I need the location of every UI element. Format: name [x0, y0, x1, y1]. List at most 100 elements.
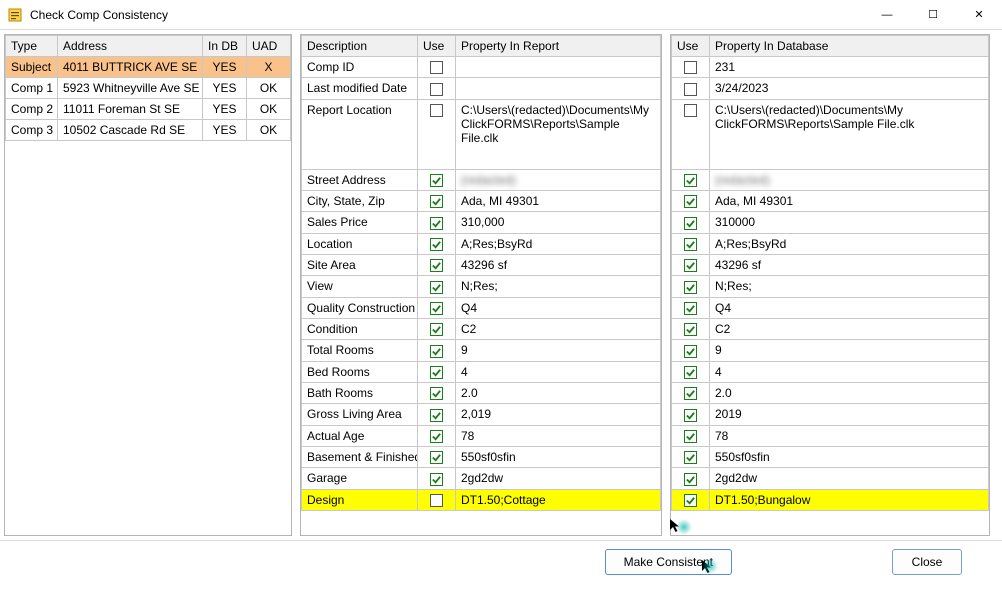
checkbox-checked-icon[interactable] — [430, 409, 443, 422]
checkbox-checked-icon[interactable] — [684, 366, 697, 379]
cell-value-db: 9 — [710, 340, 989, 361]
col-uad[interactable]: UAD — [247, 36, 291, 57]
cell-use — [418, 78, 456, 99]
checkbox-checked-icon[interactable] — [684, 473, 697, 486]
checkbox-checked-icon[interactable] — [430, 323, 443, 336]
col-use-db[interactable]: Use — [672, 36, 710, 57]
table-row: N;Res; — [672, 276, 989, 297]
col-property-db[interactable]: Property In Database — [710, 36, 989, 57]
close-window-button[interactable]: ✕ — [956, 0, 1002, 30]
cell-use — [418, 190, 456, 211]
checkbox-unchecked-icon[interactable] — [430, 494, 443, 507]
make-consistent-button[interactable]: Make Consistent — [605, 549, 732, 575]
cell-use — [672, 468, 710, 489]
cell-description: Last modified Date — [302, 78, 418, 99]
maximize-button[interactable]: ☐ — [910, 0, 956, 30]
checkbox-checked-icon[interactable] — [684, 238, 697, 251]
database-pane: Use Property In Database 2313/24/2023C:\… — [670, 34, 990, 536]
cell-description: Sales Price — [302, 212, 418, 233]
cell-use — [672, 212, 710, 233]
cell-description: View — [302, 276, 418, 297]
cell-value-report: 43296 sf — [456, 254, 661, 275]
col-use-report[interactable]: Use — [418, 36, 456, 57]
cell-value-report: 78 — [456, 425, 661, 446]
minimize-button[interactable]: — — [864, 0, 910, 30]
comp-list-pane: Type Address In DB UAD Subject4011 BUTTR… — [4, 34, 292, 536]
col-type[interactable]: Type — [6, 36, 58, 57]
checkbox-checked-icon[interactable] — [430, 217, 443, 230]
cell-value-report: N;Res; — [456, 276, 661, 297]
table-row: C2 — [672, 318, 989, 339]
checkbox-checked-icon[interactable] — [430, 174, 443, 187]
checkbox-checked-icon[interactable] — [684, 195, 697, 208]
col-description[interactable]: Description — [302, 36, 418, 57]
checkbox-checked-icon[interactable] — [430, 451, 443, 464]
close-button[interactable]: Close — [892, 549, 962, 575]
checkbox-checked-icon[interactable] — [430, 281, 443, 294]
cell-uad: OK — [247, 99, 291, 120]
checkbox-checked-icon[interactable] — [430, 387, 443, 400]
cell-use — [418, 169, 456, 190]
table-row: Last modified Date — [302, 78, 661, 99]
cell-value-report: Q4 — [456, 297, 661, 318]
checkbox-checked-icon[interactable] — [684, 217, 697, 230]
cell-description: Comp ID — [302, 57, 418, 78]
table-row[interactable]: Comp 211011 Foreman St SEYESOK — [6, 99, 291, 120]
table-row: 9 — [672, 340, 989, 361]
cell-use — [418, 276, 456, 297]
checkbox-checked-icon[interactable] — [684, 494, 697, 507]
checkbox-unchecked-icon[interactable] — [430, 61, 443, 74]
table-row: 231 — [672, 57, 989, 78]
cell-use — [672, 169, 710, 190]
cell-value-report: A;Res;BsyRd — [456, 233, 661, 254]
checkbox-checked-icon[interactable] — [684, 430, 697, 443]
table-row: (redacted) — [672, 169, 989, 190]
cell-uad: OK — [247, 120, 291, 141]
col-property-report[interactable]: Property In Report — [456, 36, 661, 57]
checkbox-checked-icon[interactable] — [684, 302, 697, 315]
cell-use — [418, 446, 456, 467]
cell-use — [418, 382, 456, 403]
checkbox-checked-icon[interactable] — [430, 430, 443, 443]
checkbox-checked-icon[interactable] — [684, 323, 697, 336]
cell-description: Gross Living Area — [302, 404, 418, 425]
comp-list-table: Type Address In DB UAD Subject4011 BUTTR… — [5, 35, 291, 141]
checkbox-checked-icon[interactable] — [684, 345, 697, 358]
checkbox-unchecked-icon[interactable] — [430, 104, 443, 117]
checkbox-checked-icon[interactable] — [430, 345, 443, 358]
table-row[interactable]: Comp 15923 Whitneyville Ave SEYESOK — [6, 78, 291, 99]
checkbox-checked-icon[interactable] — [430, 259, 443, 272]
checkbox-unchecked-icon[interactable] — [684, 61, 697, 74]
table-row: Total Rooms9 — [302, 340, 661, 361]
checkbox-checked-icon[interactable] — [430, 366, 443, 379]
cell-type: Subject — [6, 57, 58, 78]
checkbox-checked-icon[interactable] — [430, 238, 443, 251]
table-row[interactable]: Subject4011 BUTTRICK AVE SEYESX — [6, 57, 291, 78]
cell-indb: YES — [203, 57, 247, 78]
checkbox-checked-icon[interactable] — [430, 302, 443, 315]
col-address[interactable]: Address — [58, 36, 203, 57]
checkbox-checked-icon[interactable] — [684, 451, 697, 464]
cell-use — [672, 190, 710, 211]
checkbox-unchecked-icon[interactable] — [430, 83, 443, 96]
table-row: 2.0 — [672, 382, 989, 403]
table-row[interactable]: Comp 310502 Cascade Rd SEYESOK — [6, 120, 291, 141]
checkbox-checked-icon[interactable] — [684, 409, 697, 422]
checkbox-checked-icon[interactable] — [684, 174, 697, 187]
cell-value-report: 550sf0sfin — [456, 446, 661, 467]
checkbox-checked-icon[interactable] — [684, 259, 697, 272]
table-row: ConditionC2 — [302, 318, 661, 339]
checkbox-checked-icon[interactable] — [684, 281, 697, 294]
checkbox-checked-icon[interactable] — [430, 195, 443, 208]
cell-use — [418, 404, 456, 425]
checkbox-checked-icon[interactable] — [684, 387, 697, 400]
checkbox-unchecked-icon[interactable] — [684, 83, 697, 96]
checkbox-unchecked-icon[interactable] — [684, 104, 697, 117]
table-row: Bed Rooms4 — [302, 361, 661, 382]
checkbox-checked-icon[interactable] — [430, 473, 443, 486]
col-indb[interactable]: In DB — [203, 36, 247, 57]
cell-use — [418, 318, 456, 339]
cell-address: 4011 BUTTRICK AVE SE — [58, 57, 203, 78]
table-row: Bath Rooms2.0 — [302, 382, 661, 403]
cell-value-report: 4 — [456, 361, 661, 382]
